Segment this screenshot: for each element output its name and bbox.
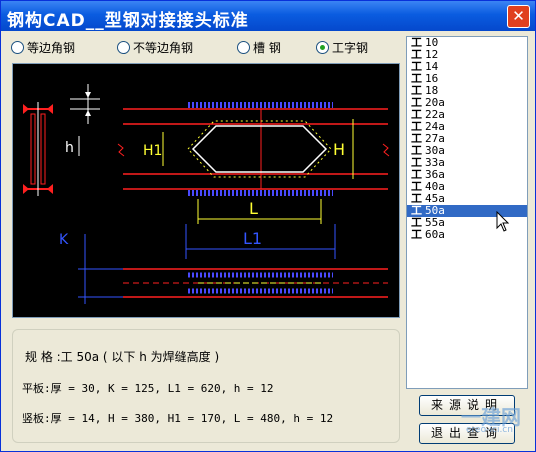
window-title: 钢构CAD__型钢对接接头标准 bbox=[7, 11, 249, 31]
radio-equal-angle[interactable]: 等边角钢 bbox=[11, 39, 75, 56]
radio-label: 工字钢 bbox=[332, 41, 369, 55]
watermark-url: ereo-ici.cn bbox=[466, 425, 513, 435]
radio-i-beam[interactable]: 工字钢 bbox=[316, 39, 368, 56]
radio-dot-selected bbox=[316, 41, 329, 54]
radio-label: 等边角钢 bbox=[27, 41, 76, 55]
main-window: 钢构CAD__型钢对接接头标准 ✕ 等边角钢 不等边角钢 槽 钢 工字钢 h H… bbox=[0, 0, 536, 452]
i-beam-icon: 工 bbox=[411, 228, 422, 241]
label-K: K bbox=[59, 232, 69, 248]
radio-dot bbox=[117, 41, 130, 54]
label-h: h bbox=[65, 140, 74, 156]
list-item-label: 60a bbox=[425, 228, 445, 241]
beam-plan: K bbox=[59, 232, 388, 304]
radio-label: 不等边角钢 bbox=[133, 41, 194, 55]
label-L: L bbox=[249, 199, 258, 218]
radio-channel[interactable]: 槽 钢 bbox=[237, 39, 281, 56]
spec-info-panel: 规 格 :工 50a ( 以下 h 为焊缝高度 ) 平板:厚 = 30, K =… bbox=[12, 329, 400, 443]
radio-label: 槽 钢 bbox=[253, 41, 281, 55]
mouse-cursor-icon bbox=[496, 211, 510, 232]
flange-plate-line: 平板:厚 = 30, K = 125, L1 = 620, h = 12 bbox=[22, 382, 274, 395]
title-bar[interactable]: 钢构CAD__型钢对接接头标准 ✕ bbox=[1, 1, 535, 31]
web-plate-line: 竖板:厚 = 14, H = 380, H1 = 170, L = 480, h… bbox=[22, 412, 334, 425]
drawing-canvas: h H1 H L L1 K bbox=[12, 63, 400, 318]
beam-elevation: H1 H L L1 bbox=[117, 102, 390, 259]
label-H1: H1 bbox=[143, 143, 162, 159]
radio-dot bbox=[11, 41, 24, 54]
label-H: H bbox=[333, 140, 345, 159]
close-button[interactable]: ✕ bbox=[507, 5, 530, 28]
weld-detail: h bbox=[65, 84, 100, 156]
spec-line: 规 格 :工 50a ( 以下 h 为焊缝高度 ) bbox=[25, 350, 220, 364]
label-L1: L1 bbox=[243, 229, 262, 248]
radio-dot bbox=[237, 41, 250, 54]
joint-drawing: h H1 H L L1 K bbox=[23, 84, 390, 304]
radio-unequal-angle[interactable]: 不等边角钢 bbox=[117, 39, 193, 56]
cross-section bbox=[23, 102, 53, 196]
